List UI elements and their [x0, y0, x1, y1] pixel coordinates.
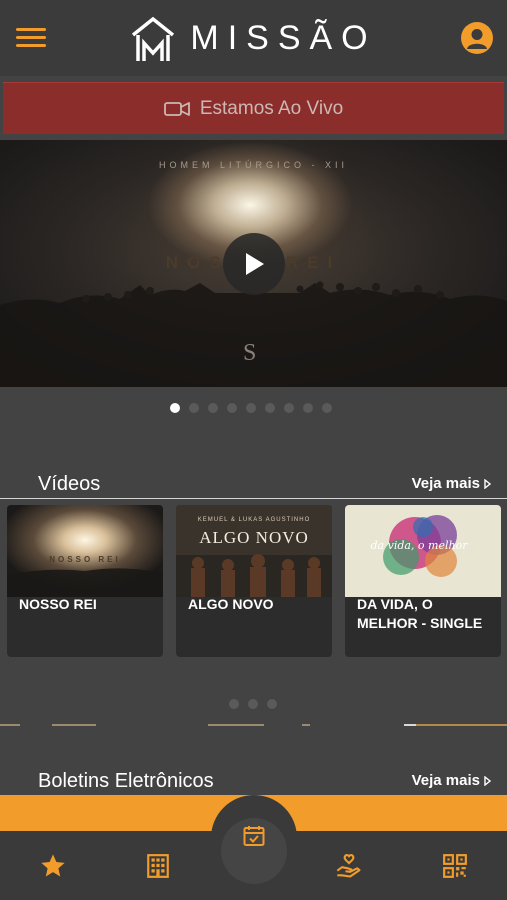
hero-page-dot[interactable]: [265, 403, 275, 413]
hero-page-dot[interactable]: [227, 403, 237, 413]
hero-page-dot[interactable]: [170, 403, 180, 413]
qr-code-icon: [443, 854, 467, 878]
hero-page-dot[interactable]: [189, 403, 199, 413]
tab-favorites[interactable]: [39, 852, 67, 880]
video-card-title: ALGO NOVO: [188, 596, 274, 612]
app-header: MISSÃO: [0, 0, 507, 76]
live-label: Estamos Ao Vivo: [199, 97, 344, 119]
hero-page-dot[interactable]: [303, 403, 313, 413]
donation-hand-icon: [336, 854, 361, 878]
see-more-label: Veja mais: [411, 475, 480, 492]
thumbnail-kicker: KEMUEL & LUKAS AGUSTINHO: [198, 517, 310, 523]
video-camera-icon: [163, 101, 190, 116]
bulletins-section-title: Boletins Eletrônicos: [38, 770, 214, 792]
caret-right-icon: [484, 478, 491, 489]
videos-page-dot[interactable]: [248, 699, 258, 709]
video-thumbnail: da vida, o melhor: [345, 505, 501, 597]
videos-section-title: Vídeos: [38, 473, 101, 495]
video-card[interactable]: KEMUEL & LUKAS AGUSTINHO ALGO NOVO ALGO …: [176, 505, 332, 657]
brand-logo: MISSÃO: [130, 13, 376, 63]
hero-kicker: HOMEM LITÚRGICO - XII: [158, 160, 348, 170]
videos-page-dot[interactable]: [229, 699, 239, 709]
hero-page-dot[interactable]: [246, 403, 256, 413]
videos-see-more-link[interactable]: Veja mais: [412, 475, 491, 492]
tab-qr-code[interactable]: [441, 852, 469, 880]
video-card-title: NOSSO REI: [19, 596, 97, 612]
tab-agenda[interactable]: [221, 818, 287, 884]
see-more-label: Veja mais: [411, 772, 480, 789]
star-icon: [41, 854, 65, 877]
scroll-indicator-strip: [0, 724, 507, 726]
video-carousel: NOSSO REI NOSSO REI KEMUEL & LUKAS AGUST…: [7, 505, 501, 657]
video-card[interactable]: da vida, o melhor DA VIDA, O MELHOR - SI…: [345, 505, 501, 657]
hero-page-dot[interactable]: [284, 403, 294, 413]
play-icon[interactable]: [223, 233, 285, 295]
thumbnail-title: NOSSO REI: [49, 555, 120, 564]
building-icon: [147, 854, 169, 878]
church-logo-icon: [132, 16, 175, 61]
tab-church[interactable]: [144, 852, 172, 880]
video-card[interactable]: NOSSO REI NOSSO REI: [7, 505, 163, 657]
thumbnail-title: da vida, o melhor: [371, 539, 469, 552]
video-thumbnail: NOSSO REI: [7, 505, 163, 597]
calendar-check-icon: [243, 826, 265, 846]
live-stream-banner[interactable]: Estamos Ao Vivo: [3, 82, 504, 134]
thumbnail-title: ALGO NOVO: [199, 528, 309, 547]
hero-carousel-slide[interactable]: HOMEM LITÚRGICO - XII NOSSO REI S: [0, 140, 507, 387]
user-profile-icon[interactable]: [461, 22, 493, 54]
section-divider: [0, 498, 507, 499]
hero-pagination: [170, 403, 332, 413]
caret-right-icon: [484, 775, 491, 786]
hamburger-menu-icon[interactable]: [16, 28, 46, 48]
hero-page-dot[interactable]: [322, 403, 332, 413]
bulletins-see-more-link[interactable]: Veja mais: [412, 772, 491, 789]
brand-name: MISSÃO: [190, 18, 377, 57]
tab-donations[interactable]: [335, 852, 363, 880]
videos-pagination: [229, 699, 277, 709]
videos-page-dot[interactable]: [267, 699, 277, 709]
hero-brand-mark: S: [243, 340, 257, 366]
video-card-title: DA VIDA, O MELHOR - SINGLE: [357, 596, 483, 631]
hero-page-dot[interactable]: [208, 403, 218, 413]
video-thumbnail: KEMUEL & LUKAS AGUSTINHO ALGO NOVO: [176, 505, 332, 597]
